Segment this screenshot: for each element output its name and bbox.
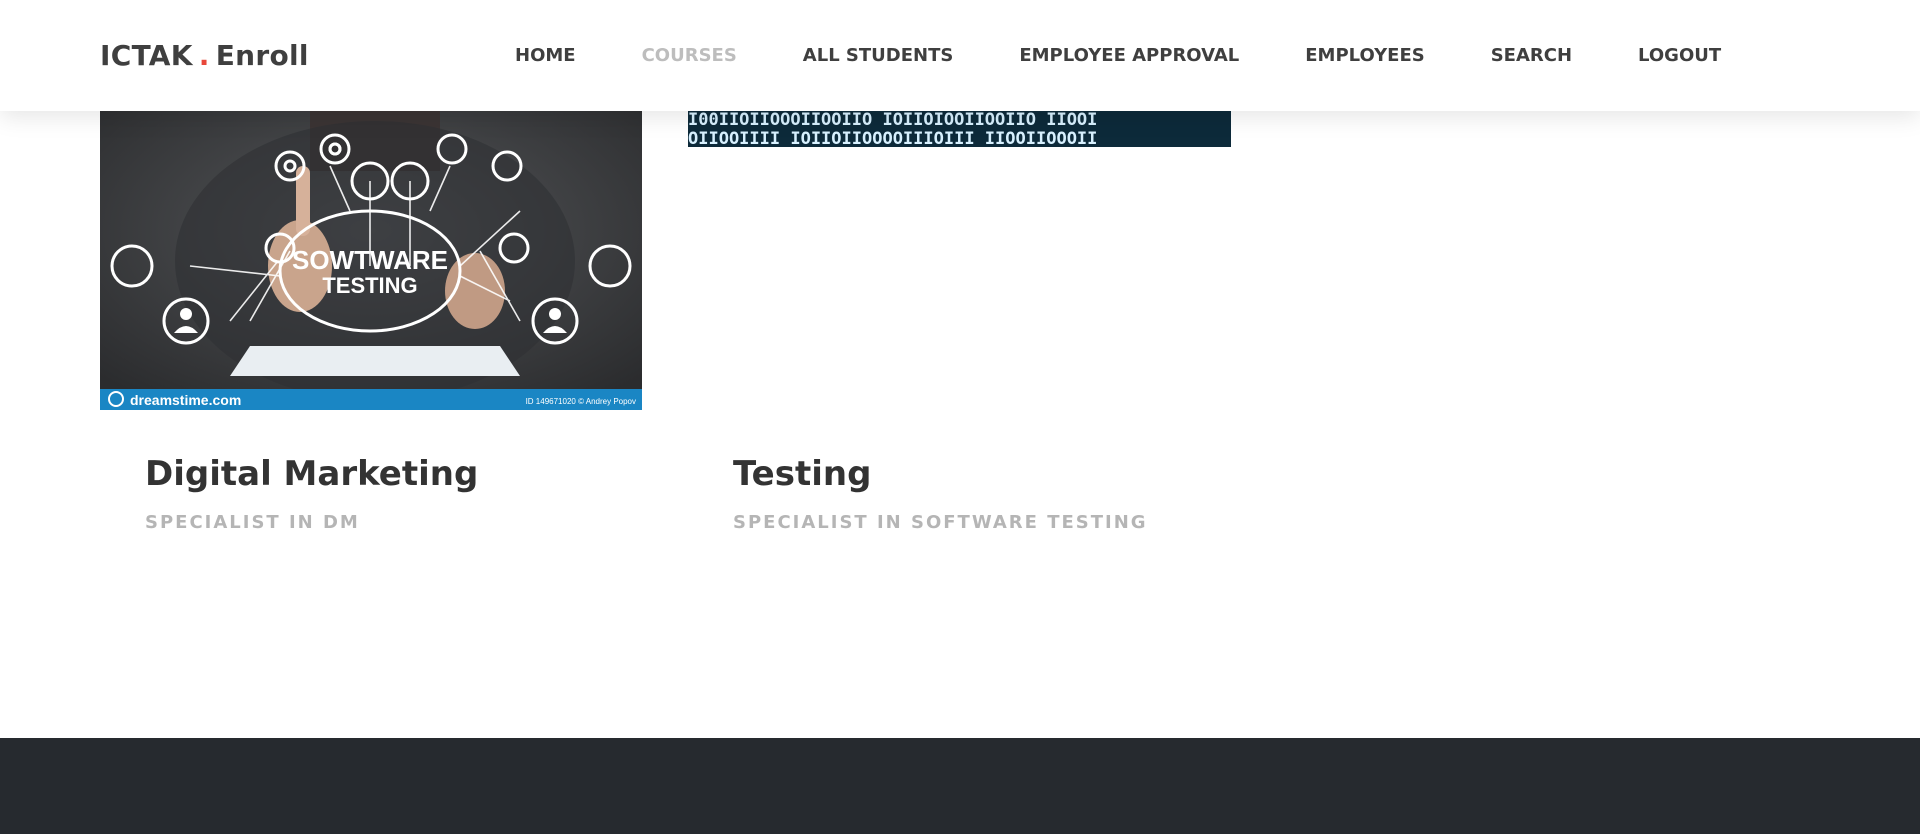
nav-all-students[interactable]: ALL STUDENTS [803, 44, 954, 68]
course-title-digital-marketing[interactable]: Digital Marketing [145, 453, 478, 495]
course-image-digital-marketing[interactable]: SOWTWARE TESTING dreamstime.com ID 14967… [100, 111, 642, 410]
nav-home[interactable]: HOME [515, 44, 576, 68]
binary-row-2: OIIOOIIII IOIIOIIOOOOIIIOIII IIOOIIOOOII [688, 129, 1097, 147]
brand-name-right: Enroll [215, 39, 309, 72]
nav-employee-approval[interactable]: EMPLOYEE APPROVAL [1019, 44, 1239, 68]
main-nav: HOME COURSES ALL STUDENTS EMPLOYEE APPRO… [515, 44, 1721, 68]
nav-employees[interactable]: EMPLOYEES [1305, 44, 1424, 68]
nav-search[interactable]: SEARCH [1491, 44, 1572, 68]
page: SOWTWARE TESTING dreamstime.com ID 14967… [0, 0, 1920, 834]
brand-name-left: ICTAK [100, 39, 193, 72]
top-navbar: ICTAK. Enroll HOME COURSES ALL STUDENTS E… [0, 0, 1920, 111]
watermark-id: ID 149671020 © Andrey Popov [526, 397, 636, 406]
software-testing-illustration: SOWTWARE TESTING dreamstime.com ID 14967… [100, 111, 642, 410]
brand-logo[interactable]: ICTAK. Enroll [100, 38, 309, 74]
course-subtitle-digital-marketing: SPECIALIST IN DM [145, 512, 360, 533]
cloud-text-line1: SOWTWARE [292, 245, 448, 275]
course-image-testing[interactable]: I00IIOIIOOOIIOOIIO IOIIOIOOIIOOIIO IIOOI… [688, 108, 1231, 147]
cloud-text-line2: TESTING [322, 273, 417, 298]
binary-code-illustration: I00IIOIIOOOIIOOIIO IOIIOIOOIIOOIIO IIOOI… [688, 108, 1231, 147]
course-subtitle-testing: SPECIALIST IN SOFTWARE TESTING [733, 512, 1148, 533]
watermark-text: dreamstime.com [130, 392, 241, 408]
footer [0, 738, 1920, 834]
binary-row-1: I00IIOIIOOOIIOOIIO IOIIOIOOIIOOIIO IIOOI [688, 110, 1097, 130]
nav-courses[interactable]: COURSES [642, 44, 737, 68]
course-title-testing[interactable]: Testing [733, 453, 871, 495]
nav-logout[interactable]: LOGOUT [1638, 44, 1721, 68]
brand-dot: . [198, 39, 210, 72]
